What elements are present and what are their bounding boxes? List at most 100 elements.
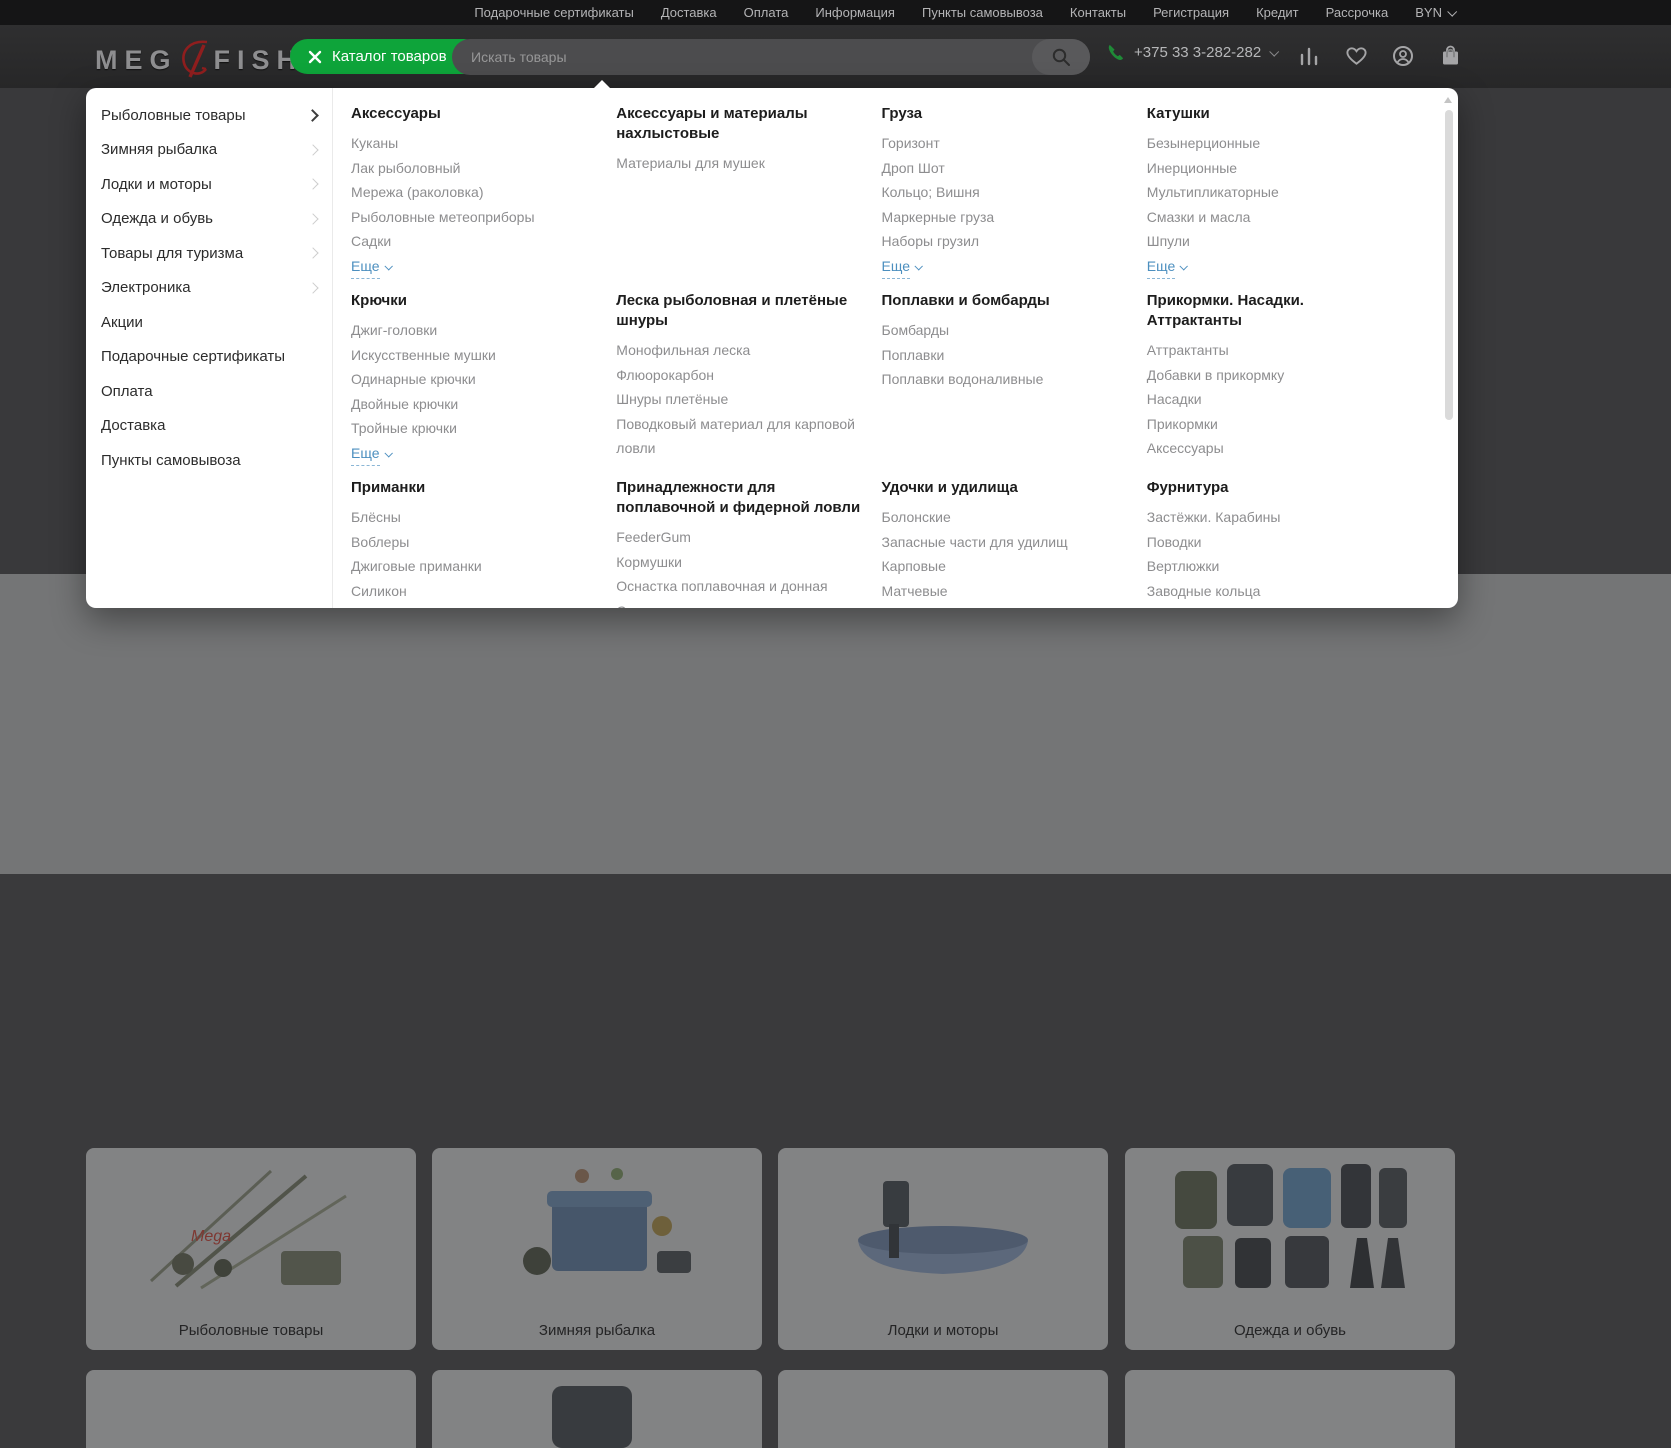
category-card-partial[interactable] [1125,1370,1455,1448]
topbar-link[interactable]: Рассрочка [1326,5,1389,20]
show-more-link[interactable]: Еще [1147,254,1187,280]
compare-button[interactable] [1297,44,1321,68]
category-group-title[interactable]: Леска рыболовная и плетёные шнуры [616,291,869,331]
scroll-up-arrow-icon[interactable] [1444,97,1452,103]
category-card[interactable]: Одежда и обувь [1125,1148,1455,1350]
category-link[interactable]: Запасные части для удилищ [882,530,1135,555]
category-link[interactable]: Безынерционные [1147,131,1400,156]
category-card[interactable]: Зимняя рыбалка [432,1148,762,1350]
sidebar-item[interactable]: Подарочные сертификаты [86,340,332,375]
category-link[interactable]: Джиговые приманки [351,554,604,579]
category-link[interactable]: Мультипликаторные [1147,180,1400,205]
cart-button[interactable] [1438,44,1462,68]
category-link[interactable]: Добавки в прикормку [1147,363,1400,388]
category-link[interactable]: Силикон [351,579,604,604]
category-link[interactable]: Поплавки [882,343,1135,368]
category-link[interactable]: Аксессуары [1147,436,1400,461]
category-card-partial[interactable] [86,1370,416,1448]
site-logo[interactable]: MEG FISH [95,39,303,77]
category-group-title[interactable]: Поплавки и бомбарды [882,291,1135,311]
currency-selector[interactable]: BYN [1415,5,1455,20]
category-link[interactable]: Застёжки. Карабины [1147,505,1400,530]
category-card-partial[interactable] [432,1370,762,1448]
category-link[interactable]: Бомбарды [882,318,1135,343]
category-link[interactable]: Матчевые [882,579,1135,604]
category-link[interactable]: Маркерные груза [882,205,1135,230]
category-link[interactable]: Поводковый материал для карповой ловли [616,412,869,461]
category-group-title[interactable]: Груза [882,104,1135,124]
category-link[interactable]: Мережа (раколовка) [351,180,604,205]
category-group-title[interactable]: Приманки [351,478,604,498]
search-input[interactable] [452,39,1031,75]
category-link[interactable]: Рыболовные метеоприборы [351,205,604,230]
wishlist-button[interactable] [1344,44,1368,68]
category-link[interactable]: Дроп Шот [882,156,1135,181]
category-card[interactable]: MegaРыболовные товары [86,1148,416,1350]
topbar-link[interactable]: Доставка [661,5,717,20]
topbar-link[interactable]: Контакты [1070,5,1126,20]
category-link[interactable]: Аттрактанты [1147,338,1400,363]
sidebar-item[interactable]: Доставка [86,409,332,444]
show-more-link[interactable]: Еще [882,254,922,280]
show-more-link[interactable]: Еще [351,254,391,280]
topbar-link[interactable]: Оплата [744,5,789,20]
category-group-title[interactable]: Аксессуары и материалы нахлыстовые [616,104,869,144]
category-group-title[interactable]: Катушки [1147,104,1400,124]
topbar-link[interactable]: Подарочные сертификаты [474,5,633,20]
topbar-link[interactable]: Регистрация [1153,5,1229,20]
sidebar-item[interactable]: Акции [86,305,332,340]
category-link[interactable]: Садки [351,229,604,254]
sidebar-item[interactable]: Лодки и моторы [86,167,332,202]
category-link[interactable]: Инерционные [1147,156,1400,181]
category-link[interactable]: Сигнализаторы [616,599,869,609]
sidebar-item[interactable]: Одежда и обувь [86,202,332,237]
category-link[interactable]: Поплавки водоналивные [882,367,1135,392]
category-card-partial[interactable] [778,1370,1108,1448]
category-link[interactable]: Флюорокарбон [616,363,869,388]
sidebar-item[interactable]: Пункты самовывоза [86,443,332,478]
account-button[interactable] [1391,44,1415,68]
category-link[interactable]: Поводки [1147,530,1400,555]
category-link[interactable]: Оснастка поплавочная и донная [616,574,869,599]
category-link[interactable]: Одинарные крючки [351,367,604,392]
sidebar-item[interactable]: Товары для туризма [86,236,332,271]
category-link[interactable]: Горизонт [882,131,1135,156]
category-link[interactable]: Болонские [882,505,1135,530]
search-button[interactable] [1032,39,1090,75]
sidebar-item[interactable]: Рыболовные товары [86,98,332,133]
category-link[interactable]: Заводные кольца [1147,579,1400,604]
category-link[interactable]: Двойные крючки [351,392,604,417]
category-link[interactable]: Воблеры [351,530,604,555]
category-link[interactable]: Вертлюжки [1147,554,1400,579]
category-card[interactable]: Лодки и моторы [778,1148,1108,1350]
category-group-title[interactable]: Крючки [351,291,604,311]
sidebar-item[interactable]: Зимняя рыбалка [86,133,332,168]
topbar-link[interactable]: Пункты самовывоза [922,5,1043,20]
category-link[interactable]: Искусственные мушки [351,343,604,368]
category-link[interactable]: Кольцо; Вишня [882,180,1135,205]
menu-scrollbar[interactable] [1445,110,1453,420]
category-link[interactable]: Смазки и масла [1147,205,1400,230]
category-link[interactable]: FeederGum [616,525,869,550]
topbar-link[interactable]: Кредит [1256,5,1299,20]
phone-block[interactable]: +375 33 3-282-282 [1106,43,1277,62]
category-group-title[interactable]: Прикормки. Насадки. Аттрактанты [1147,291,1400,331]
category-link[interactable]: Монофильная леска [616,338,869,363]
category-link[interactable]: Джиг-головки [351,318,604,343]
sidebar-item[interactable]: Оплата [86,374,332,409]
category-link[interactable]: Куканы [351,131,604,156]
category-group-title[interactable]: Аксессуары [351,104,604,124]
category-link[interactable]: Шнуры плетёные [616,387,869,412]
category-group-title[interactable]: Удочки и удилища [882,478,1135,498]
category-link[interactable]: Тройные крючки [351,416,604,441]
topbar-link[interactable]: Информация [815,5,895,20]
sidebar-item[interactable]: Электроника [86,271,332,306]
category-group-title[interactable]: Фурнитура [1147,478,1400,498]
category-link[interactable]: Наборы грузил [882,229,1135,254]
category-link[interactable]: Карповые [882,554,1135,579]
category-link[interactable]: Прикормки [1147,412,1400,437]
category-link[interactable]: Лак рыболовный [351,156,604,181]
category-link[interactable]: Материалы для мушек [616,151,869,176]
category-link[interactable]: Шпули [1147,229,1400,254]
category-link[interactable]: Блёсны [351,505,604,530]
